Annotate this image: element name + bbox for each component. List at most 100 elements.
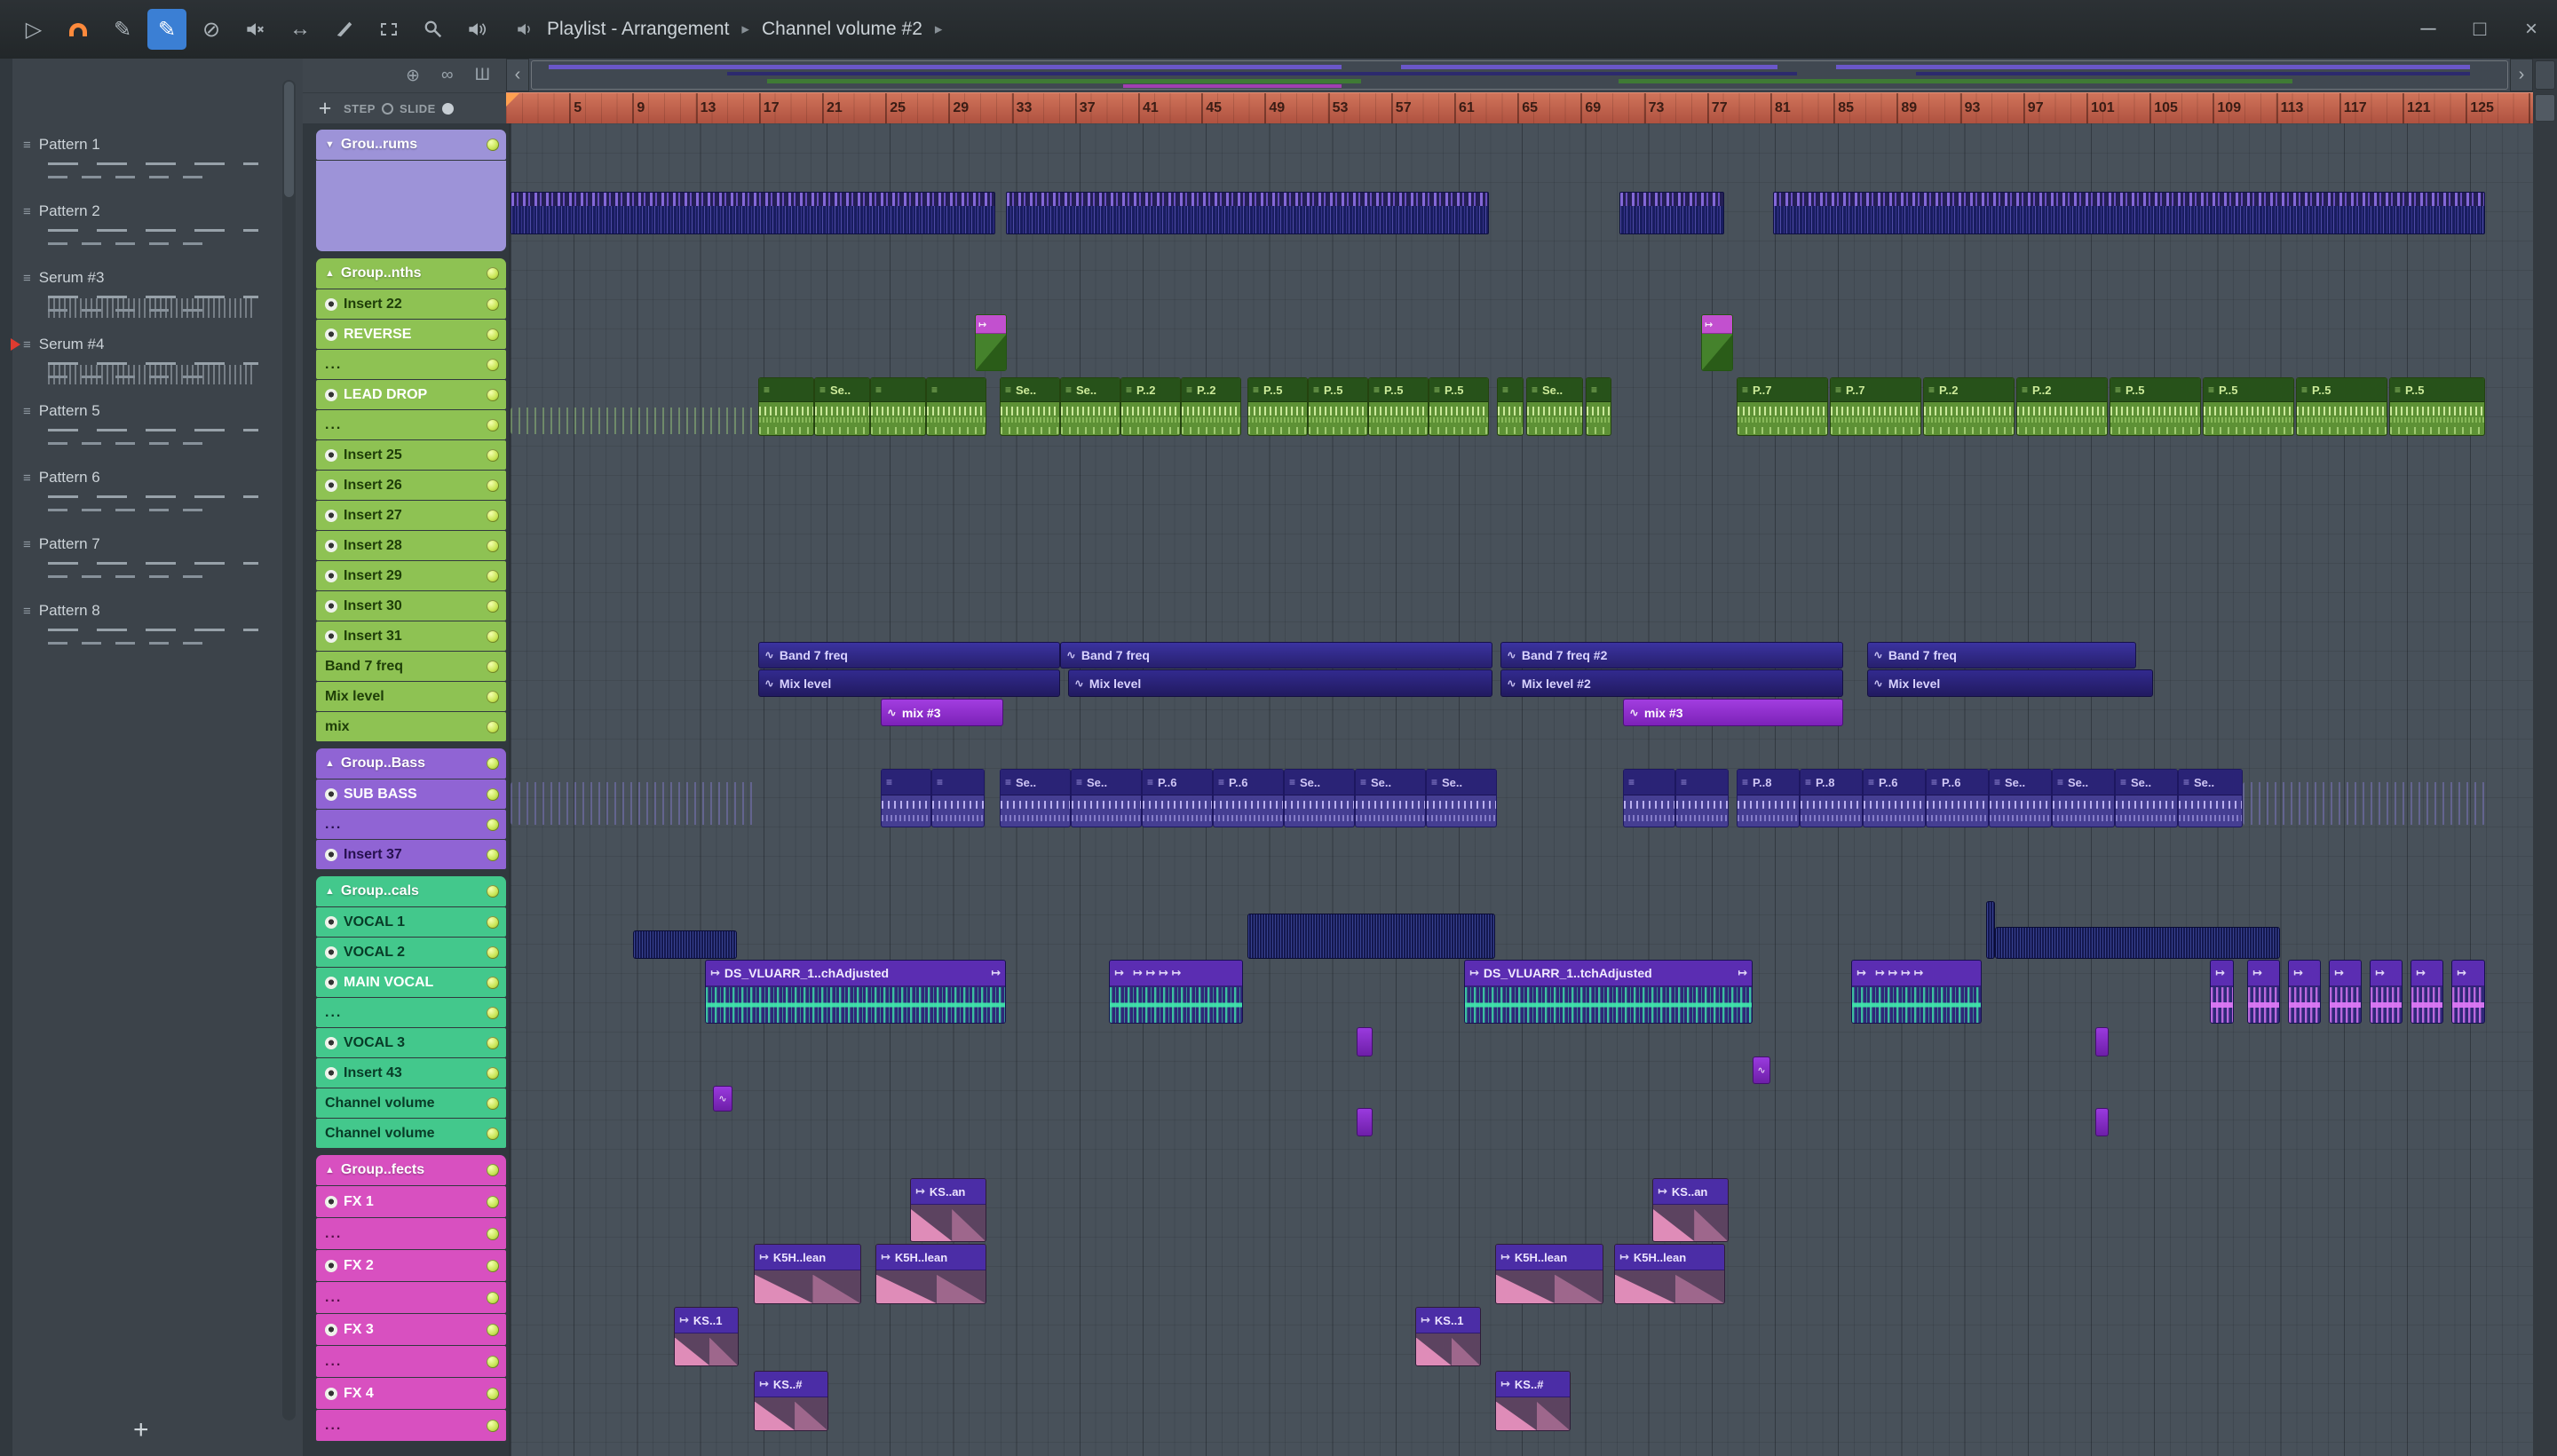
clip-menu-icon[interactable]: ≡ bbox=[2208, 384, 2214, 396]
clip-menu-icon[interactable]: ≡ bbox=[1431, 776, 1437, 788]
pattern-clip[interactable] bbox=[1006, 192, 1489, 234]
channel-icon[interactable] bbox=[325, 976, 337, 989]
track-header[interactable]: ... bbox=[316, 998, 506, 1027]
pattern-clip[interactable]: ≡ P..5 bbox=[2203, 377, 2294, 436]
clip-menu-icon[interactable]: ↦ bbox=[1619, 1250, 1629, 1264]
track-mute-led[interactable] bbox=[487, 448, 499, 462]
track-mute-led[interactable] bbox=[487, 1036, 499, 1049]
clip-menu-icon[interactable]: ↦ bbox=[759, 1250, 769, 1264]
track-header[interactable]: Insert 29 bbox=[316, 561, 506, 590]
track-header[interactable]: FX 1 bbox=[316, 1186, 506, 1217]
maximize-button[interactable]: □ bbox=[2454, 0, 2506, 59]
track-mute-led[interactable] bbox=[487, 388, 499, 401]
audio-clip[interactable]: ↦ bbox=[2288, 960, 2321, 1024]
track-mute-led[interactable] bbox=[487, 720, 499, 733]
pattern-clip[interactable] bbox=[1773, 192, 2485, 234]
track-mute-led[interactable] bbox=[487, 1227, 499, 1240]
channel-icon[interactable] bbox=[325, 946, 337, 959]
clip-menu-icon[interactable]: ≡ bbox=[1147, 776, 1153, 788]
scrollbar-thumb[interactable] bbox=[284, 82, 294, 197]
clip-menu-icon[interactable]: ↦ bbox=[1469, 966, 1479, 980]
pattern-clip[interactable]: ≡ P..2 bbox=[1923, 377, 2015, 436]
clip-menu-icon[interactable]: ≡ bbox=[1742, 776, 1748, 788]
automation-clip[interactable]: ∿ Mix level bbox=[1068, 669, 1492, 697]
pattern-clip[interactable]: ≡ Se.. bbox=[1000, 769, 1071, 827]
track-header[interactable]: Channel volume bbox=[316, 1088, 506, 1118]
automation-clip[interactable]: ∿ Band 7 freq bbox=[1060, 642, 1492, 669]
pattern-item[interactable]: ≡ Serum #3 bbox=[23, 266, 273, 333]
slide-radio[interactable] bbox=[441, 102, 454, 115]
track-header[interactable]: ... bbox=[316, 1282, 506, 1313]
draw-tool-icon[interactable]: ✎ bbox=[103, 9, 142, 50]
track-group-header[interactable]: ▲ Group..cals bbox=[316, 876, 506, 906]
channel-icon[interactable] bbox=[325, 479, 337, 492]
audio-clip[interactable]: ↦ K5H..lean bbox=[1614, 1244, 1725, 1304]
pattern-clip[interactable]: ≡ bbox=[758, 377, 814, 436]
clip-menu-icon[interactable]: ≡ bbox=[1434, 384, 1440, 396]
pattern-item[interactable]: ≡ Pattern 8 bbox=[23, 599, 273, 666]
clip-menu-icon[interactable]: ≡ bbox=[2057, 776, 2063, 788]
pattern-clip[interactable] bbox=[1986, 901, 1995, 959]
channel-icon[interactable] bbox=[325, 1323, 337, 1336]
pattern-clip[interactable]: ≡ P..7 bbox=[1830, 377, 1921, 436]
clip-menu-icon[interactable]: ≡ bbox=[1289, 776, 1295, 788]
track-header[interactable]: Insert 30 bbox=[316, 591, 506, 621]
add-track-button[interactable]: + bbox=[310, 96, 340, 122]
track-mute-led[interactable] bbox=[487, 138, 499, 151]
track-header[interactable]: Channel volume bbox=[316, 1119, 506, 1148]
pattern-clip[interactable]: ≡ P..6 bbox=[1863, 769, 1926, 827]
clip-menu-icon[interactable]: ≡ bbox=[1928, 384, 1935, 396]
clip-menu-icon[interactable]: ↦ bbox=[1856, 966, 1866, 980]
channel-icon[interactable] bbox=[325, 1259, 337, 1272]
automation-clip[interactable] bbox=[1357, 1108, 1373, 1136]
automation-clip[interactable]: ∿ Mix level bbox=[758, 669, 1060, 697]
track-header[interactable]: ... bbox=[316, 810, 506, 839]
audio-clip[interactable]: ↦ ↦ ↦ ↦ ↦ bbox=[1851, 960, 1982, 1024]
clip-menu-icon[interactable]: ≡ bbox=[1360, 776, 1366, 788]
track-mute-led[interactable] bbox=[487, 915, 499, 929]
audio-clip[interactable]: ↦ bbox=[1701, 314, 1733, 371]
track-mute-led[interactable] bbox=[487, 1259, 499, 1272]
track-header[interactable]: FX 3 bbox=[316, 1314, 506, 1345]
track-mute-led[interactable] bbox=[487, 418, 499, 431]
clip-menu-icon[interactable]: ↦ bbox=[1114, 966, 1124, 980]
clip-menu-icon[interactable]: ≡ bbox=[1835, 384, 1841, 396]
clip-menu-icon[interactable]: ≡ bbox=[2301, 384, 2308, 396]
audio-clip[interactable]: ↦ bbox=[2210, 960, 2234, 1024]
pattern-item[interactable]: ≡ Serum #4 bbox=[11, 333, 273, 400]
track-mute-led[interactable] bbox=[487, 539, 499, 552]
audio-clip[interactable]: ↦ K5H..lean bbox=[1495, 1244, 1603, 1304]
overview-content[interactable] bbox=[529, 59, 2510, 91]
clip-menu-icon[interactable]: ≡ bbox=[1253, 384, 1259, 396]
audio-clip[interactable]: ↦ bbox=[2411, 960, 2443, 1024]
track-group-header[interactable]: ▲ Group..Bass bbox=[316, 748, 506, 779]
audio-clip[interactable]: ↦ DS_VLUARR_1..chAdjusted ↦ bbox=[705, 960, 1006, 1024]
pattern-clip[interactable]: ≡ Se.. bbox=[1000, 377, 1060, 436]
pattern-blocks-icon[interactable]: Ш bbox=[475, 66, 490, 85]
audio-clip[interactable]: ↦ DS_VLUARR_1..tchAdjusted ↦ bbox=[1464, 960, 1753, 1024]
automation-clip[interactable]: ∿ Band 7 freq bbox=[1867, 642, 2136, 669]
clip-menu-icon[interactable]: ≡ bbox=[1126, 384, 1132, 396]
track-header[interactable]: Band 7 freq bbox=[316, 652, 506, 681]
clip-menu-icon[interactable]: ≡ bbox=[875, 384, 882, 396]
track-mute-led[interactable] bbox=[487, 509, 499, 522]
fold-icon[interactable]: ▲ bbox=[325, 268, 335, 279]
clip-menu-icon[interactable]: ≡ bbox=[1005, 384, 1011, 396]
select-tool-icon[interactable] bbox=[369, 9, 408, 50]
channel-icon[interactable] bbox=[325, 787, 337, 801]
track-mute-led[interactable] bbox=[487, 599, 499, 613]
track-header[interactable]: FX 2 bbox=[316, 1250, 506, 1281]
pattern-clip[interactable]: ≡ P..5 bbox=[1368, 377, 1429, 436]
delete-tool-icon[interactable]: ⊘ bbox=[192, 9, 231, 50]
pattern-clip[interactable] bbox=[1619, 192, 1724, 234]
track-header[interactable]: Insert 43 bbox=[316, 1058, 506, 1088]
pattern-clip[interactable]: ≡ P..6 bbox=[1142, 769, 1213, 827]
pattern-clip[interactable]: ≡ Se.. bbox=[1355, 769, 1426, 827]
track-mute-led[interactable] bbox=[487, 1096, 499, 1110]
pattern-clip[interactable]: ≡ P..5 bbox=[1429, 377, 1489, 436]
clip-menu-icon[interactable]: ≡ bbox=[1218, 776, 1224, 788]
clip-menu-icon[interactable]: ≡ bbox=[1742, 384, 1748, 396]
track-group-header[interactable]: ▼ Grou..rums bbox=[316, 130, 506, 160]
track-mute-led[interactable] bbox=[487, 885, 499, 898]
track-header[interactable]: Insert 26 bbox=[316, 471, 506, 500]
